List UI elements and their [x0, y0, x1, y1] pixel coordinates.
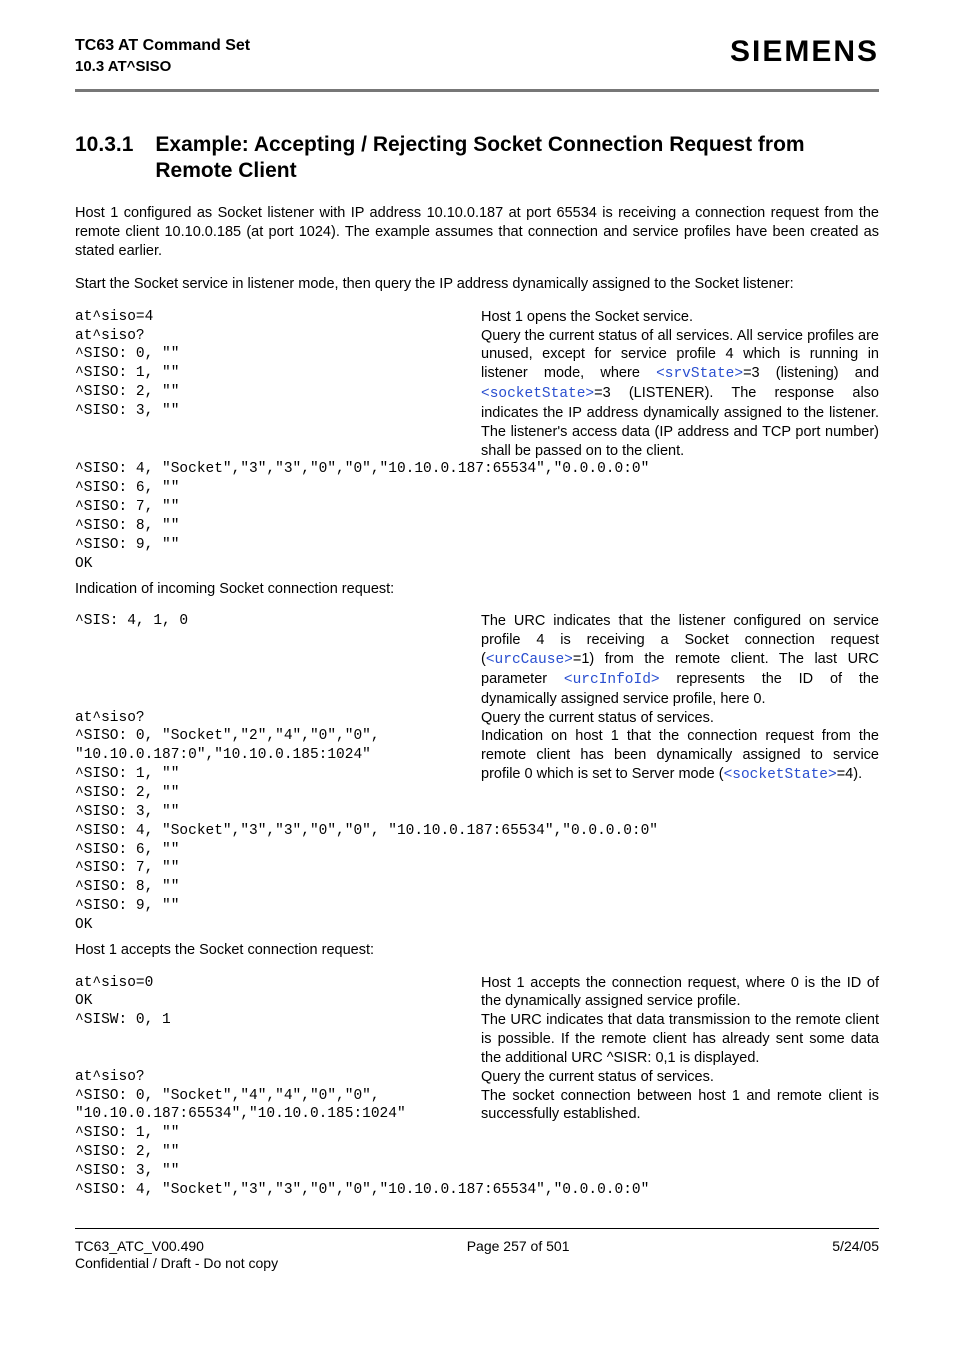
- desc-text: =4).: [837, 766, 862, 782]
- code-row: at^siso=4 Host 1 opens the Socket servic…: [75, 308, 879, 327]
- header-divider: [75, 89, 879, 92]
- code-desc: Query the current status of services.: [477, 709, 879, 728]
- footer-right: 5/24/05: [832, 1237, 879, 1255]
- desc-text: =3 (listening) and: [743, 365, 879, 381]
- code-text: at^siso?: [75, 709, 477, 728]
- code-text: ^SISW: 0, 1: [75, 1011, 477, 1030]
- code-text: ^SISO: 0, "Socket","2","4","0","0", "10.…: [75, 727, 477, 821]
- code-text: ^SISO: 4, "Socket","3","3","0","0", "10.…: [75, 822, 879, 935]
- footer-center: Page 257 of 501: [467, 1237, 570, 1255]
- code-desc: Query the current status of services.: [477, 1068, 879, 1087]
- param-socketstate: <socketState>: [481, 386, 594, 402]
- brand-logo: SIEMENS: [730, 35, 879, 69]
- footer-left: TC63_ATC_V00.490: [75, 1237, 204, 1255]
- code-row: ^SIS: 4, 1, 0 The URC indicates that the…: [75, 612, 879, 708]
- param-srvstate: <srvState>: [656, 366, 743, 382]
- code-row: at^siso? Query the current status of ser…: [75, 709, 879, 728]
- code-row: at^siso? Query the current status of ser…: [75, 1068, 879, 1087]
- page-footer: TC63_ATC_V00.490 Page 257 of 501 5/24/05…: [75, 1228, 879, 1271]
- page-header: TC63 AT Command Set 10.3 AT^SISO SIEMENS: [75, 35, 879, 89]
- code-row: ^SISO: 0, "Socket","2","4","0","0", "10.…: [75, 727, 879, 821]
- label-accepts: Host 1 accepts the Socket connection req…: [75, 941, 879, 960]
- code-desc: The URC indicates that data transmission…: [477, 1011, 879, 1068]
- code-desc: Host 1 accepts the connection request, w…: [477, 974, 879, 1012]
- footer-confidential: Confidential / Draft - Do not copy: [75, 1255, 879, 1271]
- code-text: ^SISO: 4, "Socket","3","3","0","0","10.1…: [75, 460, 879, 573]
- code-text: ^SISO: 0, "Socket","4","4","0","0", "10.…: [75, 1087, 477, 1181]
- code-desc: The socket connection between host 1 and…: [477, 1087, 879, 1125]
- code-row: at^siso? ^SISO: 0, "" ^SISO: 1, "" ^SISO…: [75, 327, 879, 461]
- code-row: at^siso=0 OK Host 1 accepts the connecti…: [75, 974, 879, 1012]
- footer-row: TC63_ATC_V00.490 Page 257 of 501 5/24/05: [75, 1237, 879, 1255]
- code-desc: The URC indicates that the listener conf…: [477, 612, 879, 708]
- code-text: ^SIS: 4, 1, 0: [75, 612, 477, 631]
- doc-title: TC63 AT Command Set: [75, 35, 250, 57]
- code-row: ^SISW: 0, 1 The URC indicates that data …: [75, 1011, 879, 1068]
- code-desc: Query the current status of all services…: [477, 327, 879, 461]
- param-socketstate: <socketState>: [724, 767, 837, 783]
- label-incoming: Indication of incoming Socket connection…: [75, 580, 879, 599]
- section-title: Example: Accepting / Rejecting Socket Co…: [155, 132, 879, 185]
- code-desc: Indication on host 1 that the connection…: [477, 727, 879, 785]
- header-left: TC63 AT Command Set 10.3 AT^SISO: [75, 35, 250, 77]
- section-heading: 10.3.1 Example: Accepting / Rejecting So…: [75, 132, 879, 185]
- code-text: at^siso?: [75, 1068, 477, 1087]
- code-text: ^SISO: 4, "Socket","3","3","0","0","10.1…: [75, 1181, 879, 1200]
- intro-paragraph-2: Start the Socket service in listener mod…: [75, 275, 879, 294]
- code-row: ^SISO: 0, "Socket","4","4","0","0", "10.…: [75, 1087, 879, 1181]
- code-text: at^siso=0 OK: [75, 974, 477, 1012]
- code-text: at^siso=4: [75, 308, 477, 327]
- code-text: at^siso? ^SISO: 0, "" ^SISO: 1, "" ^SISO…: [75, 327, 477, 421]
- param-urcinfoid: <urcInfoId>: [564, 672, 660, 688]
- doc-subtitle: 10.3 AT^SISO: [75, 57, 250, 77]
- intro-paragraph-1: Host 1 configured as Socket listener wit…: [75, 204, 879, 261]
- param-urccause: <urcCause>: [486, 652, 573, 668]
- section-number: 10.3.1: [75, 132, 133, 185]
- code-desc: Host 1 opens the Socket service.: [477, 308, 879, 327]
